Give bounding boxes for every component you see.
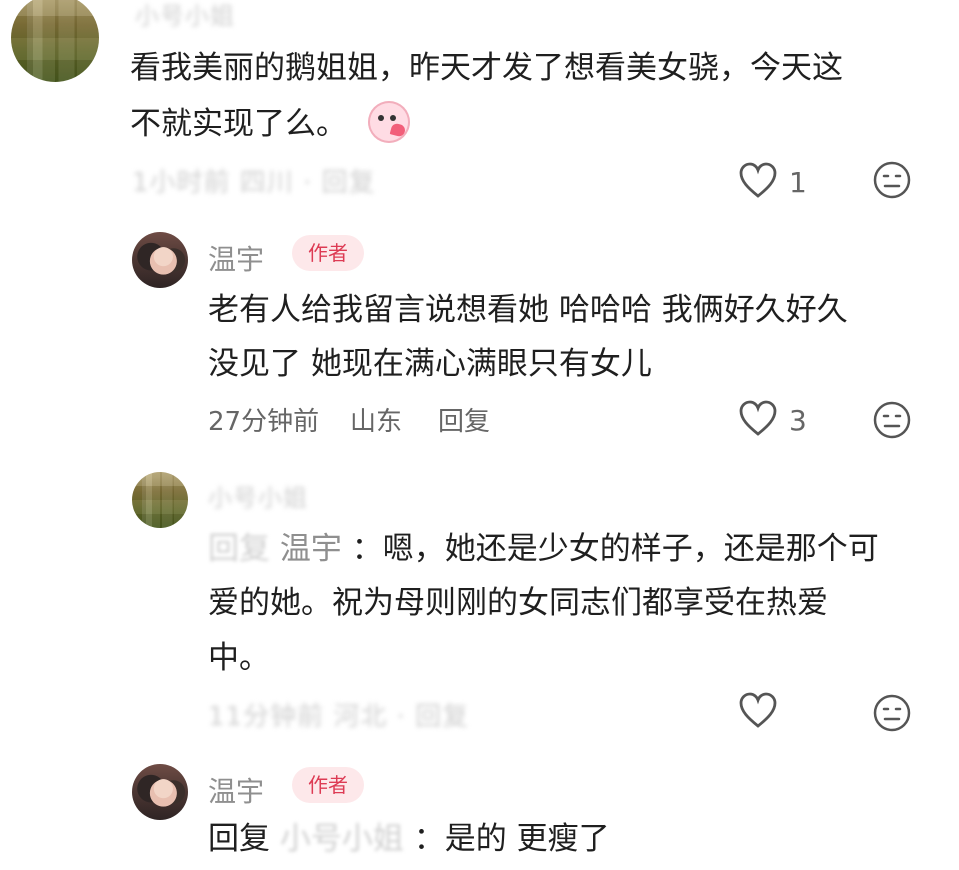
reply-target[interactable]: 小号小姐 bbox=[280, 821, 404, 857]
reply-text-line-2: 没见了 她现在满心满眼只有女儿 bbox=[208, 346, 652, 382]
reply-content: ：是的 更瘦了 bbox=[413, 821, 610, 857]
like-count: 1 bbox=[789, 166, 807, 199]
commenter-avatar[interactable] bbox=[11, 0, 99, 82]
blush-emoji-icon bbox=[368, 101, 410, 143]
reply-avatar[interactable] bbox=[132, 764, 188, 820]
reply-text-line-1: 回复 温宇 ：嗯，她还是少女的样子，还是那个可 bbox=[208, 523, 879, 576]
comment-text-line-1: 看我美丽的鹅姐姐，昨天才发了想看美女骁，今天这 bbox=[130, 50, 843, 86]
author-badge: 作者 bbox=[292, 235, 364, 271]
reply-time: 27分钟前 bbox=[208, 407, 320, 437]
like-count: 3 bbox=[789, 404, 807, 437]
neutral-face-icon[interactable] bbox=[872, 160, 912, 200]
reply-meta-row[interactable]: 11分钟前 河北 · 回复 bbox=[208, 696, 469, 733]
heart-outline-icon[interactable] bbox=[738, 162, 778, 200]
reply-content: ：嗯，她还是少女的样子，还是那个可 bbox=[351, 531, 879, 567]
reply-avatar[interactable] bbox=[132, 472, 188, 528]
reply-location: 山东 bbox=[350, 407, 403, 437]
reply-text-line-1: 回复 小号小姐 ：是的 更瘦了 bbox=[208, 813, 610, 866]
heart-outline-icon[interactable] bbox=[738, 692, 778, 730]
reply-text-line-3: 中。 bbox=[208, 640, 270, 676]
reply-prefix: 回复 bbox=[208, 821, 270, 857]
reply-text-line-1: 老有人给我留言说想看她 哈哈哈 我俩好久好久 bbox=[208, 292, 848, 328]
neutral-face-icon[interactable] bbox=[872, 693, 912, 733]
comment-meta-row[interactable]: 1小时前 四川 · 回复 bbox=[132, 162, 376, 199]
reply-prefix: 回复 bbox=[208, 531, 270, 567]
reply-target[interactable]: 温宇 bbox=[280, 531, 342, 567]
comment-text-line-2: 不就实现了么。 bbox=[130, 106, 347, 142]
commenter-username[interactable]: 小号小姐 bbox=[135, 0, 235, 31]
reply-username[interactable]: 温宇 bbox=[208, 238, 264, 278]
heart-outline-icon[interactable] bbox=[738, 400, 778, 438]
author-badge: 作者 bbox=[292, 767, 364, 803]
reply-button[interactable]: 回复 bbox=[438, 401, 490, 438]
reply-username[interactable]: 温宇 bbox=[208, 770, 264, 810]
neutral-face-icon[interactable] bbox=[872, 400, 912, 440]
reply-text-line-2: 爱的她。祝为母则刚的女同志们都享受在热爱 bbox=[208, 585, 828, 621]
reply-avatar[interactable] bbox=[132, 232, 188, 288]
reply-username[interactable]: 小号小姐 bbox=[208, 478, 308, 513]
